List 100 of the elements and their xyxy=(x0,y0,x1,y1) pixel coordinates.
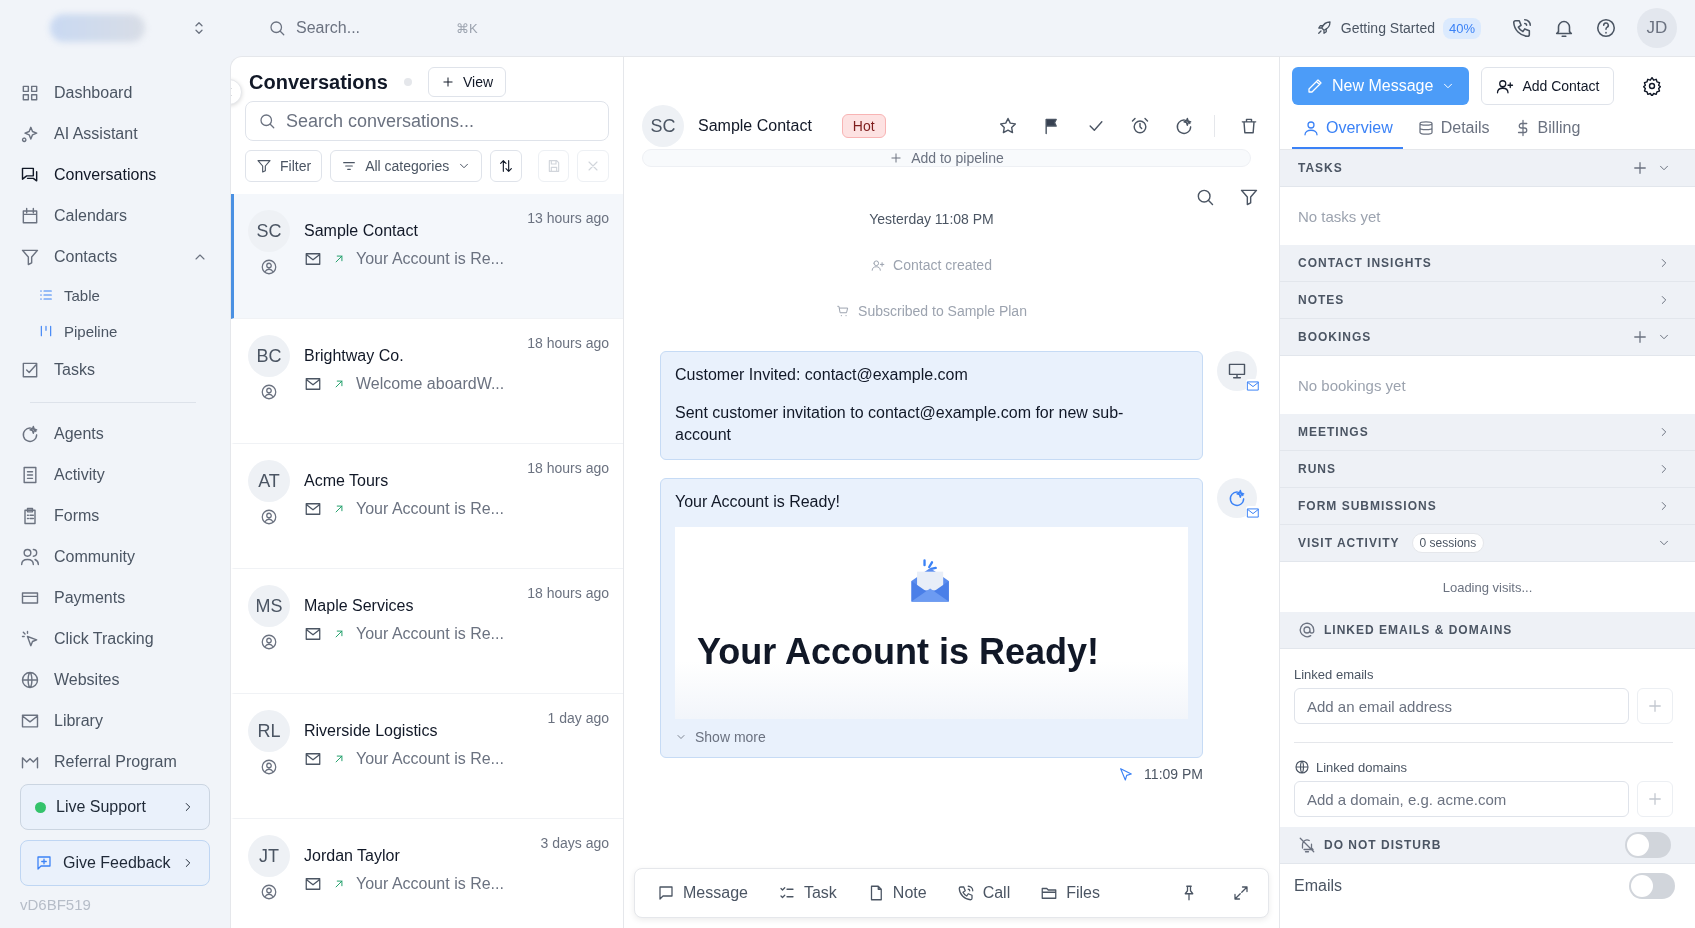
section-header[interactable]: TASKS xyxy=(1280,150,1695,187)
contact-name: Sample Contact xyxy=(304,222,418,240)
nav-item[interactable]: Agents xyxy=(20,413,216,454)
agent-icon[interactable] xyxy=(1174,116,1194,136)
user-avatar[interactable]: JD xyxy=(1637,8,1677,48)
nav-item[interactable]: Click Tracking xyxy=(20,618,216,659)
section-message: No bookings yet xyxy=(1298,376,1406,394)
message-preview: Welcome aboardW... xyxy=(356,375,505,393)
section-header[interactable]: VISIT ACTIVITY 0 sessions xyxy=(1280,525,1695,562)
tab[interactable]: Details xyxy=(1406,109,1500,149)
filter-button[interactable]: Filter xyxy=(245,150,323,182)
getting-started-link[interactable]: Getting Started 40% xyxy=(1314,17,1481,39)
mail-icon xyxy=(304,375,322,393)
nav-subitem[interactable]: Pipeline xyxy=(20,313,216,349)
composer-action[interactable]: Task xyxy=(773,884,841,902)
section-header[interactable]: FORM SUBMISSIONS xyxy=(1280,488,1695,525)
user-plus-icon xyxy=(1496,77,1515,95)
nav-item[interactable]: Contacts xyxy=(20,236,216,277)
composer-action[interactable]: Message xyxy=(653,884,752,902)
nav-item[interactable]: Websites xyxy=(20,659,216,700)
search-icon[interactable] xyxy=(1195,187,1215,207)
composer-action[interactable]: Note xyxy=(862,884,931,902)
composer-action[interactable]: Files xyxy=(1036,884,1104,902)
nav-item[interactable]: Tasks xyxy=(20,349,216,390)
nav-subitem[interactable]: Table xyxy=(20,277,216,313)
conversation-item[interactable]: RL Riverside Logistics 1 day ago Your Account is Re... xyxy=(231,694,623,819)
section-message: No tasks yet xyxy=(1298,207,1381,225)
conversation-item[interactable]: BC Brightway Co. 18 hours ago Welcome aboardW... xyxy=(231,319,623,444)
list-icon xyxy=(38,287,54,303)
section-header[interactable]: CONTACT INSIGHTS xyxy=(1280,245,1695,282)
section-title: TASKS xyxy=(1298,161,1343,175)
help-icon[interactable] xyxy=(1595,17,1617,39)
timestamp: 1 day ago xyxy=(547,710,609,726)
trash-icon[interactable] xyxy=(1239,116,1259,136)
section-header[interactable]: NOTES xyxy=(1280,282,1695,319)
at-icon xyxy=(1298,621,1316,639)
domain-input[interactable]: Add a domain, e.g. acme.com xyxy=(1294,781,1629,817)
add-contact-button[interactable]: Add Contact xyxy=(1481,67,1615,105)
conversation-search-field[interactable]: Search conversations... xyxy=(245,101,609,141)
conversation-item[interactable]: AT Acme Tours 18 hours ago Your Account is Re... xyxy=(231,444,623,569)
filter-icon xyxy=(256,158,272,174)
version-label: vD6BF519 xyxy=(20,896,92,913)
toggle-switch[interactable] xyxy=(1629,873,1675,899)
composer-action[interactable]: Call xyxy=(952,884,1015,902)
phone-icon[interactable] xyxy=(1511,17,1533,39)
show-more-button[interactable]: Show more xyxy=(675,718,766,745)
pointer-icon xyxy=(1118,765,1135,782)
nav-item[interactable]: Payments xyxy=(20,577,216,618)
nav-item[interactable]: Activity xyxy=(20,454,216,495)
mail-icon xyxy=(304,625,322,643)
nav-item[interactable]: Library xyxy=(20,700,216,741)
toggle-switch[interactable] xyxy=(1625,832,1671,858)
alarm-icon[interactable] xyxy=(1130,116,1150,136)
nav-item[interactable]: Forms xyxy=(20,495,216,536)
user-plus-icon xyxy=(871,258,886,272)
contact-avatar: AT xyxy=(248,460,290,502)
nav-item[interactable]: Dashboard xyxy=(20,72,216,113)
conversation-item[interactable]: SC Sample Contact 13 hours ago Your Account is Re... xyxy=(231,194,623,319)
search-field[interactable]: Search... xyxy=(294,18,448,38)
contact-name: Riverside Logistics xyxy=(304,722,438,740)
globe-icon xyxy=(20,669,40,690)
add-view-button[interactable]: View xyxy=(427,67,507,97)
conversation-item[interactable]: MS Maple Services 18 hours ago Your Account is Re... xyxy=(231,569,623,694)
sort-icon xyxy=(497,158,514,174)
filter-icon[interactable] xyxy=(1239,187,1259,207)
tag[interactable]: Hot xyxy=(841,114,886,138)
section-header[interactable]: RUNS xyxy=(1280,451,1695,488)
section-title: LINKED EMAILS & DOMAINS xyxy=(1324,623,1513,637)
contact-name: Jordan Taylor xyxy=(304,847,400,865)
contact-name: Acme Tours xyxy=(304,472,389,490)
tab[interactable]: Billing xyxy=(1503,109,1591,149)
message-preview: Your Account is Re... xyxy=(356,500,504,518)
contact-name: Brightway Co. xyxy=(304,347,404,365)
add-to-pipeline-button[interactable]: Add to pipeline xyxy=(642,149,1251,167)
sort-button[interactable] xyxy=(490,150,522,182)
section-header[interactable]: MEETINGS xyxy=(1280,414,1695,451)
feedback-button[interactable]: Give Feedback xyxy=(20,840,210,886)
expand-icon[interactable] xyxy=(1232,884,1250,902)
section-header[interactable]: BOOKINGS xyxy=(1280,319,1695,356)
star-icon[interactable] xyxy=(998,116,1018,136)
nav-item[interactable]: AI Assistant xyxy=(20,113,216,154)
nav-item[interactable]: Calendars xyxy=(20,195,216,236)
live-support-button[interactable]: Live Support xyxy=(20,784,210,830)
database-icon xyxy=(1416,119,1435,137)
agent-icon xyxy=(20,423,40,444)
mail-icon xyxy=(304,250,322,268)
users-icon xyxy=(20,546,40,567)
nav-item[interactable]: Referral Program xyxy=(20,741,216,782)
plus-icon[interactable] xyxy=(1631,159,1649,177)
email-input[interactable]: Add an email address xyxy=(1294,688,1629,724)
contact-name: Maple Services xyxy=(304,597,414,615)
nav-item[interactable]: Community xyxy=(20,536,216,577)
settings-icon[interactable] xyxy=(1642,76,1663,96)
plus-icon xyxy=(889,151,904,165)
mail-icon xyxy=(304,750,322,768)
conversation-item[interactable]: JT Jordan Taylor 3 days ago Your Account is Re... xyxy=(231,819,623,928)
plus-icon[interactable] xyxy=(1631,328,1649,346)
nav-item[interactable]: Conversations xyxy=(20,154,216,195)
category-dropdown[interactable]: All categories xyxy=(330,150,483,182)
phone-icon xyxy=(956,884,975,902)
